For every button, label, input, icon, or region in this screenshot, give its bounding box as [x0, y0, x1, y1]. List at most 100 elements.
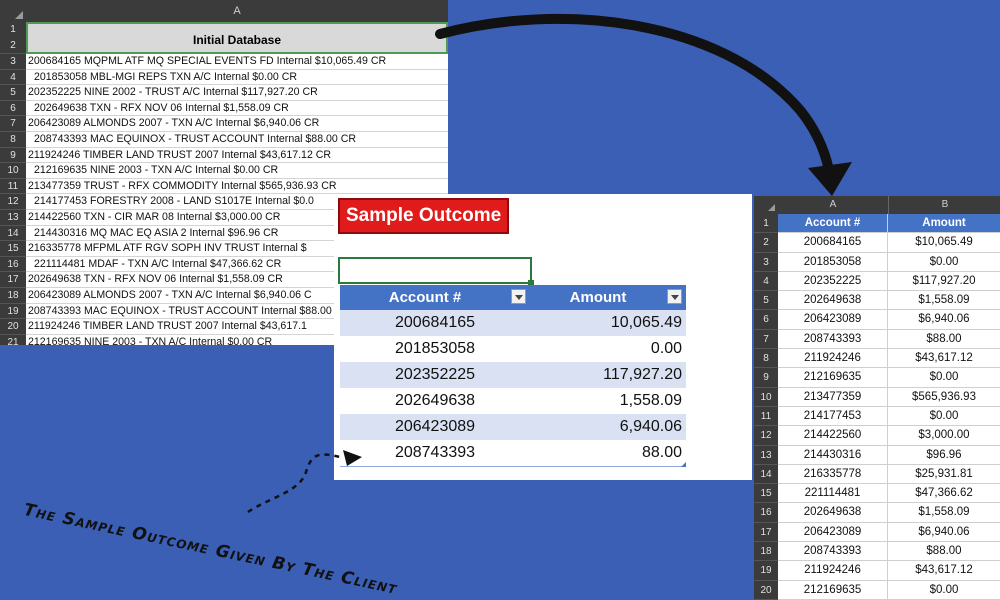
- amount-cell[interactable]: $88.00: [888, 330, 1000, 350]
- row-number[interactable]: 10: [0, 163, 26, 179]
- spreadsheet-row[interactable]: 211924246 TIMBER LAND TRUST 2007 Interna…: [26, 148, 448, 164]
- row-number[interactable]: 5: [0, 85, 26, 101]
- account-cell[interactable]: 216335778: [778, 464, 888, 485]
- column-header-a[interactable]: A: [778, 196, 888, 214]
- row-number[interactable]: 20: [754, 580, 778, 600]
- account-cell[interactable]: 208743393: [340, 440, 530, 466]
- account-cell[interactable]: 211924246: [778, 561, 888, 581]
- spreadsheet-row[interactable]: 201853058 MBL-MGI REPS TXN A/C Internal …: [26, 70, 448, 86]
- amount-cell[interactable]: $117,927.20: [888, 272, 1000, 292]
- amount-cell[interactable]: $3,000.00: [888, 426, 1000, 446]
- amount-cell[interactable]: $1,558.09: [888, 291, 1000, 311]
- row-number-header[interactable]: 1 2: [0, 22, 26, 54]
- amount-cell[interactable]: $0.00: [888, 368, 1000, 388]
- account-cell[interactable]: 202649638: [778, 291, 888, 311]
- column-header-a[interactable]: A: [26, 0, 448, 22]
- spreadsheet-row[interactable]: 213477359 TRUST - RFX COMMODITY Internal…: [26, 179, 448, 195]
- row-number[interactable]: 14: [0, 225, 26, 242]
- row-number[interactable]: 12: [754, 426, 778, 446]
- row-number[interactable]: 17: [754, 522, 778, 543]
- select-all-corner[interactable]: [754, 196, 778, 214]
- row-number[interactable]: 2: [754, 233, 778, 253]
- account-cell[interactable]: 212169635: [778, 368, 888, 388]
- amount-cell[interactable]: $25,931.81: [888, 465, 1000, 485]
- account-cell[interactable]: 202352225: [778, 271, 888, 292]
- account-cell[interactable]: 212169635: [778, 580, 888, 600]
- row-number[interactable]: 17: [0, 272, 26, 288]
- row-number[interactable]: 9: [0, 147, 26, 164]
- row-number[interactable]: 20: [0, 319, 26, 335]
- account-cell[interactable]: 206423089: [340, 414, 530, 440]
- table-row[interactable]: 206423089 6,940.06: [340, 414, 686, 440]
- amount-cell[interactable]: 88.00: [530, 440, 686, 466]
- row-number[interactable]: 4: [754, 271, 778, 292]
- amount-cell[interactable]: $47,366.62: [888, 484, 1000, 504]
- row-number[interactable]: 8: [754, 349, 778, 369]
- account-cell[interactable]: 200684165: [340, 310, 530, 336]
- row-number[interactable]: 9: [754, 368, 778, 388]
- row-number[interactable]: 7: [754, 329, 778, 350]
- row-number[interactable]: 3: [754, 252, 778, 272]
- spreadsheet-row[interactable]: 212169635 NINE 2003 - TXN A/C Internal $…: [26, 163, 448, 179]
- account-cell[interactable]: 201853058: [778, 252, 888, 272]
- amount-cell[interactable]: $0.00: [888, 407, 1000, 427]
- amount-cell[interactable]: 6,940.06: [530, 414, 686, 440]
- account-cell[interactable]: 206423089: [778, 310, 888, 330]
- amount-cell[interactable]: $96.96: [888, 446, 1000, 465]
- row-number[interactable]: 16: [754, 503, 778, 523]
- amount-header-cell[interactable]: Amount: [888, 214, 1000, 234]
- amount-cell[interactable]: $1,558.09: [888, 503, 1000, 523]
- row-number[interactable]: 12: [0, 194, 26, 210]
- row-number[interactable]: 4: [0, 69, 26, 86]
- row-number[interactable]: 6: [0, 100, 26, 117]
- account-cell[interactable]: 201853058: [340, 336, 530, 362]
- amount-cell[interactable]: $565,936.93: [888, 388, 1000, 407]
- amount-cell[interactable]: 0.00: [530, 336, 686, 362]
- row-number[interactable]: 10: [754, 387, 778, 407]
- amount-cell[interactable]: 1,558.09: [530, 388, 686, 414]
- amount-cell[interactable]: $0.00: [888, 253, 1000, 272]
- account-filter-dropdown-icon[interactable]: [511, 289, 526, 304]
- row-number[interactable]: 11: [754, 406, 778, 427]
- amount-cell[interactable]: $6,940.06: [888, 523, 1000, 543]
- account-header-cell[interactable]: Account #: [778, 214, 888, 234]
- spreadsheet-row[interactable]: 202649638 TXN - RFX NOV 06 Internal $1,5…: [26, 101, 448, 117]
- row-number[interactable]: 1: [754, 214, 778, 234]
- row-number[interactable]: 5: [754, 291, 778, 311]
- row-number[interactable]: 21: [0, 334, 26, 345]
- amount-filter-dropdown-icon[interactable]: [667, 289, 682, 304]
- account-cell[interactable]: 213477359: [778, 387, 888, 407]
- selected-cell[interactable]: [338, 257, 534, 286]
- row-number[interactable]: 19: [754, 561, 778, 581]
- amount-cell[interactable]: $43,617.12: [888, 349, 1000, 369]
- spreadsheet-row[interactable]: 206423089 ALMONDS 2007 - TXN A/C Interna…: [26, 116, 448, 132]
- row-number[interactable]: 8: [0, 131, 26, 148]
- table-row[interactable]: 202649638 1,558.09: [340, 388, 686, 414]
- table-row[interactable]: 208743393 88.00: [340, 440, 686, 466]
- amount-cell[interactable]: $0.00: [888, 581, 1000, 600]
- amount-cell[interactable]: $43,617.12: [888, 561, 1000, 581]
- account-cell[interactable]: 202352225: [340, 362, 530, 388]
- row-number[interactable]: 11: [0, 178, 26, 195]
- amount-cell[interactable]: $6,940.06: [888, 310, 1000, 330]
- initial-database-header[interactable]: Initial Database: [26, 22, 448, 54]
- account-cell[interactable]: 214430316: [778, 445, 888, 465]
- account-cell[interactable]: 208743393: [778, 329, 888, 350]
- table-row[interactable]: 201853058 0.00: [340, 336, 686, 362]
- amount-cell[interactable]: $88.00: [888, 542, 1000, 562]
- row-number[interactable]: 15: [0, 241, 26, 257]
- spreadsheet-row[interactable]: 200684165 MQPML ATF MQ SPECIAL EVENTS FD…: [26, 54, 448, 70]
- row-number[interactable]: 13: [0, 209, 26, 226]
- row-number[interactable]: 14: [754, 464, 778, 485]
- spreadsheet-row[interactable]: 208743393 MAC EQUINOX - TRUST ACCOUNT In…: [26, 132, 448, 148]
- amount-cell[interactable]: 117,927.20: [530, 362, 686, 388]
- account-cell[interactable]: 214422560: [778, 426, 888, 446]
- account-cell[interactable]: 214177453: [778, 406, 888, 427]
- amount-column-header[interactable]: Amount: [530, 285, 686, 310]
- account-column-header[interactable]: Account #: [340, 285, 530, 310]
- account-cell[interactable]: 206423089: [778, 522, 888, 543]
- amount-cell[interactable]: 10,065.49: [530, 310, 686, 336]
- row-number[interactable]: 6: [754, 310, 778, 330]
- row-number[interactable]: 18: [754, 542, 778, 562]
- row-number[interactable]: 16: [0, 256, 26, 273]
